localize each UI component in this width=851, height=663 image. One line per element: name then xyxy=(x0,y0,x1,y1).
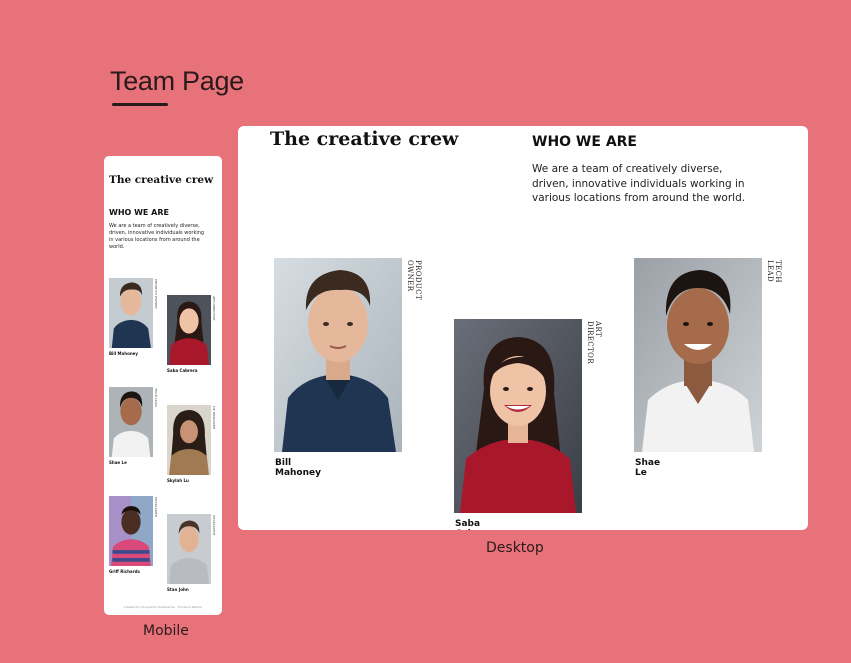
team-role: DEVELOPER xyxy=(212,515,216,535)
bill-mahoney-photo xyxy=(274,258,402,452)
team-name: Bill Mahoney xyxy=(275,458,321,478)
team-name: Shae Le xyxy=(635,458,661,478)
team-role: PRODUCT OWNER xyxy=(406,260,422,301)
desktop-frame[interactable]: The creative crew WHO WE ARE We are a te… xyxy=(238,126,808,530)
desktop-frame-label: Desktop xyxy=(486,540,544,556)
site-heading: The creative crew xyxy=(270,128,459,150)
mobile-frame-label: Mobile xyxy=(143,623,189,639)
team-name: Skylah Lu xyxy=(167,478,189,483)
team-role: ART DIRECTOR xyxy=(586,321,602,364)
team-name: Stan John xyxy=(167,587,189,592)
team-name: Shae Le xyxy=(109,460,127,465)
shae-le-photo xyxy=(634,258,762,452)
team-name: Griff Richards xyxy=(109,569,140,574)
shae-le-photo xyxy=(109,387,153,457)
bill-mahoney-photo xyxy=(109,278,153,348)
saba-cabrera-photo xyxy=(167,295,211,365)
team-role: TECH LEAD xyxy=(766,260,782,283)
stan-john-photo xyxy=(167,514,211,584)
team-name: Saba Cabrera xyxy=(455,519,495,530)
skylah-lu-photo xyxy=(167,405,211,475)
griff-richards-photo xyxy=(109,496,153,566)
mobile-frame[interactable]: The creative crew WHO WE ARE We are a te… xyxy=(104,156,222,615)
team-role: DEVELOPER xyxy=(154,497,158,517)
saba-cabrera-photo xyxy=(454,319,582,513)
team-name: Bill Mahoney xyxy=(109,351,138,356)
attribution-footer[interactable]: Created by Shreyansh Deshpande · Fronten… xyxy=(104,605,222,609)
section-description: We are a team of creatively diverse, dri… xyxy=(109,223,205,250)
page-title: Team Page xyxy=(110,66,244,96)
site-heading: The creative crew xyxy=(109,174,214,186)
team-name: Saba Cabrera xyxy=(167,368,198,373)
section-title: WHO WE ARE xyxy=(109,208,169,217)
team-role: ART DIRECTOR xyxy=(212,296,216,321)
team-role: TECH LEAD xyxy=(154,388,158,407)
title-underline xyxy=(112,103,168,106)
section-title: WHO WE ARE xyxy=(532,134,637,150)
team-role: PRODUCT OWNER xyxy=(154,279,158,309)
team-role: UX DESIGNER xyxy=(212,406,216,429)
section-description: We are a team of creatively diverse, dri… xyxy=(532,163,746,204)
